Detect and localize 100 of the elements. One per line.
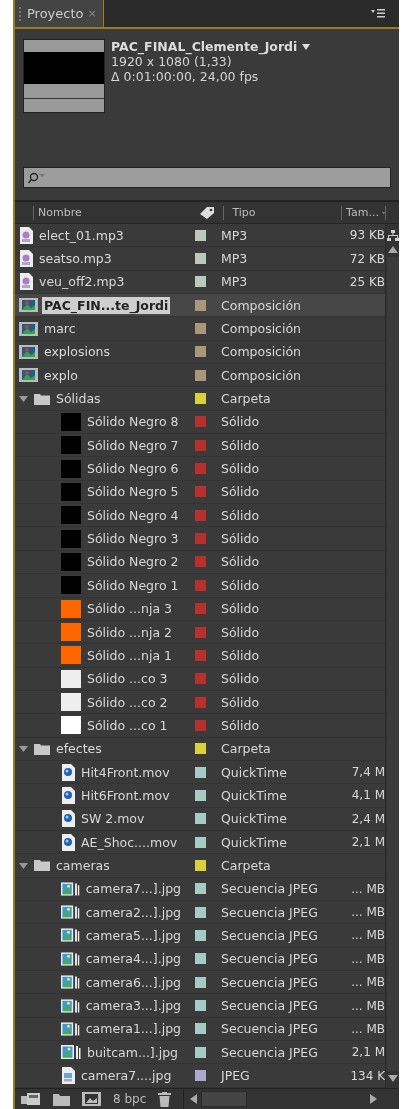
project-item-row[interactable]: cameras Carpeta [15,854,385,878]
label-color-swatch[interactable] [195,1046,206,1058]
label-color-swatch[interactable] [195,579,206,591]
project-item-row[interactable]: Sólido ...nja 3 Sólido [15,597,385,621]
column-header[interactable]: Nombre [33,205,198,220]
label-color-swatch[interactable] [195,439,206,451]
label-color-swatch[interactable] [195,836,206,848]
panel-menu-icon[interactable] [371,9,385,18]
project-item-row[interactable]: AE_Shoc....mov QuickTime 2,1 M [15,830,385,855]
new-folder-icon[interactable] [53,1092,70,1106]
label-color-swatch[interactable] [195,276,206,288]
label-color-swatch[interactable] [195,416,206,428]
scroll-down-arrow-icon[interactable] [387,1075,398,1082]
label-color-swatch[interactable] [195,976,206,988]
project-item-row[interactable]: Sólido Negro 3 Sólido [15,527,385,551]
project-item-row[interactable]: camera7...].jpg Secuencia JPEG ... MB [15,877,385,901]
label-color-swatch[interactable] [195,299,206,311]
disclosure-triangle-icon[interactable] [19,860,28,870]
item-size: 93 KB [349,228,385,243]
label-color-swatch[interactable] [195,229,206,241]
label-color-swatch[interactable] [195,533,206,545]
project-item-row[interactable]: explo Composición [15,364,385,388]
label-color-swatch[interactable] [195,883,206,895]
project-item-row[interactable]: camera6...].jpg Secuencia JPEG ... MB [15,971,385,995]
label-color-swatch[interactable] [195,463,206,475]
search-field[interactable] [23,167,391,188]
project-item-row[interactable]: camera2...].jpg Secuencia JPEG ... MB [15,900,385,925]
label-color-swatch[interactable] [195,813,206,825]
label-color-swatch[interactable] [195,1070,206,1082]
project-item-row[interactable]: SW 2.mov QuickTime 2,4 M [15,807,385,831]
label-color-swatch[interactable] [195,556,206,568]
project-item-row[interactable]: camera1...].jpg Secuencia JPEG ... MB [15,1017,385,1042]
project-item-row[interactable]: explosions Composición [15,340,385,365]
project-item-row[interactable]: Hit6Front.mov QuickTime 4,1 M [15,784,385,808]
label-color-swatch[interactable] [195,486,206,498]
project-item-row[interactable]: efectes Carpeta [15,737,385,761]
scroll-left-arrow-icon[interactable] [190,1094,198,1104]
new-composition-icon[interactable] [82,1092,101,1106]
label-color-swatch[interactable] [195,393,206,405]
project-item-row[interactable]: marc Composición [15,317,385,341]
label-color-swatch[interactable] [195,603,206,615]
interpret-footage-icon[interactable] [21,1092,41,1106]
project-item-row[interactable]: seatso.mp3 MP3 72 KB [15,247,385,271]
tab-label[interactable]: Proyecto [27,6,84,21]
project-item-row[interactable]: Sólidas Carpeta [15,387,385,411]
label-color-swatch[interactable] [195,906,206,918]
project-item-row[interactable]: Sólido ...nja 1 Sólido [15,644,385,668]
label-color-swatch[interactable] [195,766,206,778]
project-item-row[interactable]: Sólido Negro 1 Sólido [15,574,385,598]
label-color-swatch[interactable] [195,649,206,661]
project-item-row[interactable]: camera5...].jpg Secuencia JPEG ... MB [15,924,385,948]
label-color-swatch[interactable] [195,673,206,685]
label-color-swatch[interactable] [195,1000,206,1011]
disclosure-triangle-icon[interactable] [19,744,28,754]
project-item-row[interactable]: Sólido ...co 3 Sólido [15,667,385,691]
project-item-row[interactable]: buitcam...].jpg Secuencia JPEG 2,1 M [15,1041,385,1065]
trash-icon[interactable] [158,1091,172,1107]
column-header[interactable]: Tam... [341,205,386,220]
vertical-scrollbar[interactable] [385,224,399,1088]
project-item-row[interactable]: Sólido ...co 2 Sólido [15,690,385,715]
label-color-swatch[interactable] [195,859,206,871]
column-header[interactable]: Tipo [223,205,342,220]
panel-tab[interactable]: Proyecto × [15,0,104,27]
project-item-row[interactable]: camera3...].jpg Secuencia JPEG ... MB [15,994,385,1018]
label-color-swatch[interactable] [195,346,206,358]
label-color-swatch[interactable] [195,1023,206,1035]
flowchart-icon[interactable] [386,230,399,242]
project-item-row[interactable]: Sólido Negro 2 Sólido [15,550,385,575]
project-item-row[interactable]: Sólido Negro 6 Sólido [15,457,385,481]
project-item-row[interactable]: camera4...].jpg Secuencia JPEG ... MB [15,947,385,971]
project-item-row[interactable]: Sólido ...co 1 Sólido [15,714,385,738]
label-color-swatch[interactable] [195,789,206,801]
bit-depth-label[interactable]: 8 bpc [113,1092,147,1106]
scroll-right-arrow-icon[interactable] [370,1094,377,1104]
disclosure-triangle-icon[interactable] [19,394,28,404]
sort-caret-icon[interactable] [381,209,386,216]
label-color-swatch[interactable] [195,253,206,264]
item-name: Sólido Negro 6 [86,460,180,478]
dropdown-icon[interactable] [302,43,311,50]
project-item-row[interactable]: Sólido Negro 8 Sólido [15,410,385,435]
label-color-swatch[interactable] [195,509,206,521]
project-item-row[interactable]: camera7....jpg JPEG 134 K [15,1064,385,1088]
label-color-swatch[interactable] [195,719,206,731]
label-color-swatch[interactable] [195,953,206,965]
project-item-row[interactable]: Sólido Negro 4 Sólido [15,504,385,528]
project-item-row[interactable]: PAC_FIN...te_Jordi Composición [15,294,385,318]
item-type: MP3 [221,274,248,290]
label-color-swatch[interactable] [195,743,206,755]
tag-icon[interactable] [199,206,216,219]
scroll-up-arrow-icon[interactable] [387,246,398,253]
label-color-swatch[interactable] [195,626,206,638]
label-color-swatch[interactable] [195,696,206,708]
project-item-row[interactable]: Sólido Negro 5 Sólido [15,480,385,505]
label-color-swatch[interactable] [195,323,206,335]
project-item-row[interactable]: elect_01.mp3 MP3 93 KB [15,224,385,248]
label-color-swatch[interactable] [195,930,206,941]
project-item-row[interactable]: Hit4Front.mov QuickTime 7,4 M [15,760,385,785]
project-item-row[interactable]: Sólido Negro 7 Sólido [15,434,385,458]
label-color-swatch[interactable] [195,369,206,381]
project-item-row[interactable]: Sólido ...nja 2 Sólido [15,620,385,645]
